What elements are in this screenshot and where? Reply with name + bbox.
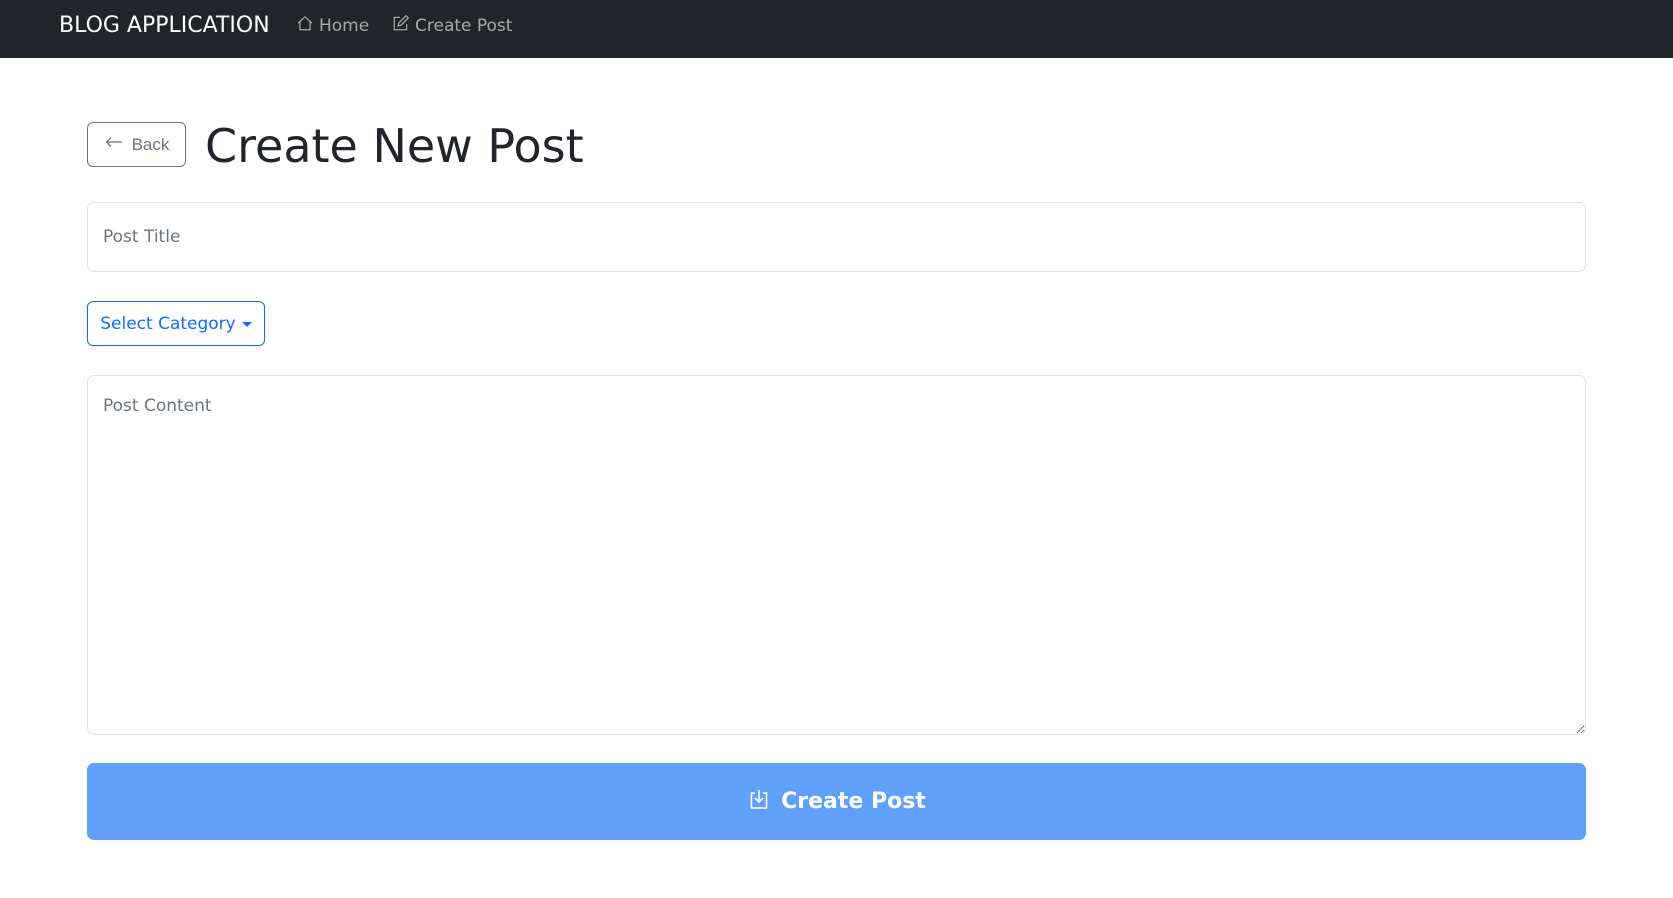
house-icon: [296, 14, 314, 39]
post-content-textarea[interactable]: [87, 375, 1586, 735]
create-post-button[interactable]: Create Post: [87, 763, 1586, 840]
select-category-label: Select Category: [100, 313, 236, 334]
navbar-brand[interactable]: BLOG APPLICATION: [59, 12, 270, 40]
nav-link-create-post[interactable]: Create Post: [392, 14, 512, 38]
back-button-label: Back: [131, 134, 170, 154]
nav-link-home-label: Home: [319, 16, 370, 36]
select-category-dropdown[interactable]: Select Category: [87, 301, 265, 346]
nav-link-create-post-label: Create Post: [415, 16, 513, 36]
post-title-input[interactable]: [87, 202, 1586, 272]
arrow-left-icon: [104, 134, 124, 155]
navbar: BLOG APPLICATION Home Create Post: [0, 0, 1673, 58]
caret-down-icon: [241, 322, 252, 327]
pencil-square-icon: [392, 14, 410, 39]
nav-link-home[interactable]: Home: [296, 14, 369, 38]
box-arrow-in-down-icon: [747, 787, 771, 817]
create-post-button-label: Create Post: [781, 789, 926, 814]
page-title: Create New Post: [205, 119, 584, 173]
back-button[interactable]: Back: [87, 122, 186, 167]
